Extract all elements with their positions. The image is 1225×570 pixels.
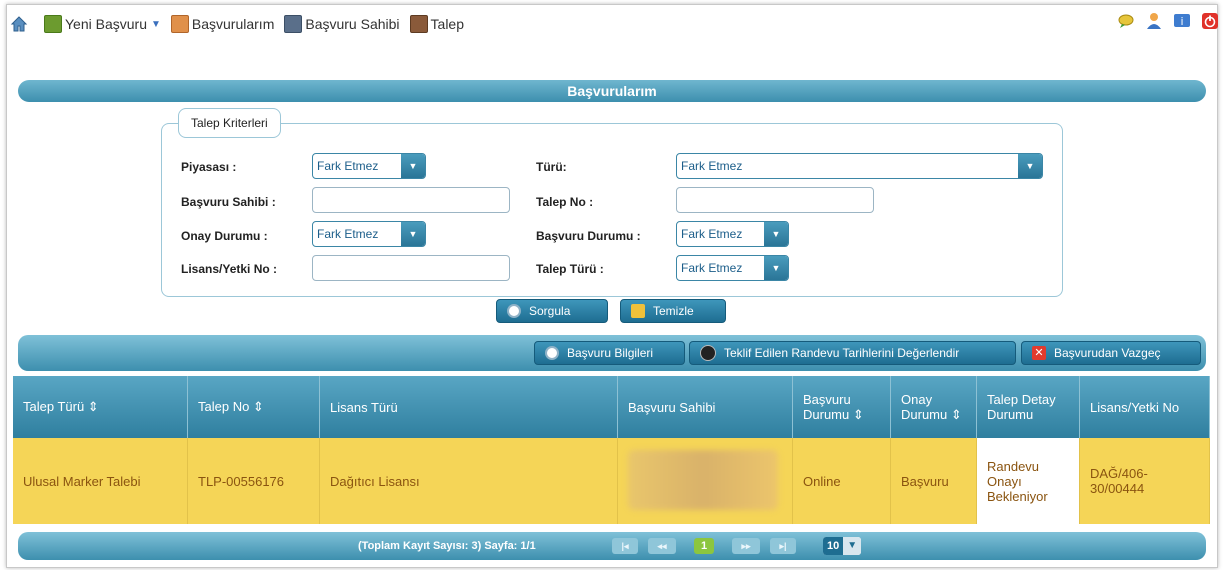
type-select[interactable]: Fark Etmez ▼ — [676, 153, 1043, 179]
header-approval-status[interactable]: Onay Durumu ⇕ — [890, 376, 977, 438]
market-label: Piyasası : — [181, 160, 237, 174]
chevron-down-icon: ▼ — [401, 154, 425, 178]
license-no-input[interactable] — [312, 255, 510, 281]
header-detail-status: Talep Detay Durumu — [976, 376, 1080, 438]
type-select-value: Fark Etmez — [681, 159, 743, 173]
approval-status-label: Onay Durumu : — [181, 229, 268, 243]
clear-button-label: Temizle — [653, 304, 694, 318]
application-status-label: Başvuru Durumu : — [536, 229, 641, 243]
cell-request-no: TLP-00556176 — [187, 438, 320, 524]
chevron-down-icon: ▼ — [764, 222, 788, 246]
chat-icon[interactable] — [1117, 12, 1135, 30]
clock-icon — [700, 345, 716, 361]
approval-status-value: Fark Etmez — [317, 227, 379, 241]
nav-my-applications-label: Başvurularım — [191, 16, 275, 32]
license-no-label: Lisans/Yetki No : — [181, 262, 278, 276]
page-size-value: 10 — [823, 537, 844, 555]
query-button-label: Sorgula — [529, 304, 571, 318]
next-page-button[interactable]: ▸▸ — [732, 538, 760, 554]
application-info-label: Başvuru Bilgileri — [567, 346, 654, 360]
request-no-input[interactable] — [676, 187, 874, 213]
last-page-button[interactable]: ▸| — [770, 538, 796, 554]
redacted-applicant — [628, 449, 778, 510]
request-type-value: Fark Etmez — [681, 261, 743, 275]
current-page-button[interactable]: 1 — [694, 538, 714, 554]
nav-my-applications[interactable]: Başvurularım — [170, 15, 275, 33]
prev-page-button[interactable]: ◂◂ — [648, 538, 676, 554]
broom-icon — [631, 304, 645, 318]
market-select[interactable]: Fark Etmez ▼ — [312, 153, 426, 179]
criteria-legend: Talep Kriterleri — [178, 108, 281, 138]
page-title: Başvurularım — [18, 80, 1206, 102]
cell-request-type: Ulusal Marker Talebi — [13, 438, 188, 524]
first-page-button[interactable]: |◂ — [612, 538, 638, 554]
chevron-down-icon: ▼ — [843, 537, 862, 555]
pager-summary: (Toplam Kayıt Sayısı: 3) Sayfa: 1/1 — [358, 540, 536, 552]
power-icon[interactable] — [1201, 12, 1219, 30]
top-right-icons: i — [1107, 12, 1219, 30]
criteria-fieldset: Talep Kriterleri — [161, 108, 1063, 297]
withdraw-button[interactable]: ✕ Başvurudan Vazgeç — [1021, 341, 1201, 365]
nav-applicant[interactable]: Başvuru Sahibi — [284, 15, 400, 33]
clear-button[interactable]: Temizle — [620, 299, 726, 323]
pager-bar: (Toplam Kayıt Sayısı: 3) Sayfa: 1/1 |◂ ◂… — [18, 532, 1206, 560]
application-status-select[interactable]: Fark Etmez ▼ — [676, 221, 789, 247]
info-icon[interactable]: i — [1173, 12, 1191, 30]
market-select-value: Fark Etmez — [317, 159, 379, 173]
cell-license-type: Dağıtıcı Lisansı — [319, 438, 618, 524]
chevron-down-icon: ▼ — [1018, 154, 1042, 178]
withdraw-label: Başvurudan Vazgeç — [1054, 346, 1161, 360]
header-license-type: Lisans Türü — [319, 376, 618, 438]
approval-status-select[interactable]: Fark Etmez ▼ — [312, 221, 426, 247]
applications-table: Talep Türü ⇕ Talep No ⇕ Lisans Türü Başv… — [13, 376, 1210, 524]
user-icon[interactable] — [1145, 12, 1163, 30]
search-icon — [545, 346, 559, 360]
request-type-label: Talep Türü : — [536, 262, 604, 276]
request-no-label: Talep No : — [536, 195, 594, 209]
chevron-down-icon: ▼ — [150, 18, 161, 30]
cell-detail-status: Randevu Onayı Bekleniyor — [976, 438, 1080, 524]
applicant-label: Başvuru Sahibi : — [181, 195, 276, 209]
header-license-no: Lisans/Yetki No — [1079, 376, 1210, 438]
close-icon: ✕ — [1032, 346, 1046, 360]
header-request-no[interactable]: Talep No ⇕ — [187, 376, 320, 438]
folder-icon — [170, 15, 189, 33]
query-button[interactable]: Sorgula — [496, 299, 608, 323]
header-request-type[interactable]: Talep Türü ⇕ — [13, 376, 188, 438]
chevron-down-icon: ▼ — [401, 222, 425, 246]
page-size-select[interactable]: 10 ▼ — [823, 537, 862, 555]
cell-approval-status: Başvuru — [890, 438, 977, 524]
nav-new-application-label: Yeni Başvuru — [65, 16, 147, 32]
top-nav: Yeni Başvuru ▼ Başvurularım Başvuru Sahi… — [10, 12, 474, 36]
application-info-button[interactable]: Başvuru Bilgileri — [534, 341, 685, 365]
nav-request-label: Talep — [430, 16, 464, 32]
home-icon[interactable] — [10, 15, 28, 33]
box-icon — [409, 15, 428, 33]
people-icon — [284, 15, 303, 33]
applicant-input[interactable] — [312, 187, 510, 213]
search-icon — [507, 304, 521, 318]
nav-applicant-label: Başvuru Sahibi — [305, 16, 400, 32]
evaluate-dates-button[interactable]: Teklif Edilen Randevu Tarihlerini Değerl… — [689, 341, 1016, 365]
application-status-value: Fark Etmez — [681, 227, 743, 241]
type-label: Türü: — [536, 160, 567, 174]
cell-applicant — [617, 438, 793, 524]
nav-new-application[interactable]: Yeni Başvuru ▼ — [44, 15, 161, 33]
chevron-down-icon: ▼ — [764, 256, 788, 280]
add-document-icon — [44, 15, 62, 33]
header-application-status[interactable]: Başvuru Durumu ⇕ — [792, 376, 891, 438]
nav-request[interactable]: Talep — [409, 15, 464, 33]
request-type-select[interactable]: Fark Etmez ▼ — [676, 255, 789, 281]
table-row[interactable]: Ulusal Marker Talebi TLP-00556176 Dağıtı… — [13, 438, 1210, 524]
cell-application-status: Online — [792, 438, 891, 524]
evaluate-dates-label: Teklif Edilen Randevu Tarihlerini Değerl… — [724, 346, 960, 360]
header-applicant: Başvuru Sahibi — [617, 376, 793, 438]
cell-license-no: DAĞ/406-30/00444 — [1079, 438, 1210, 524]
svg-text:i: i — [1180, 15, 1183, 28]
